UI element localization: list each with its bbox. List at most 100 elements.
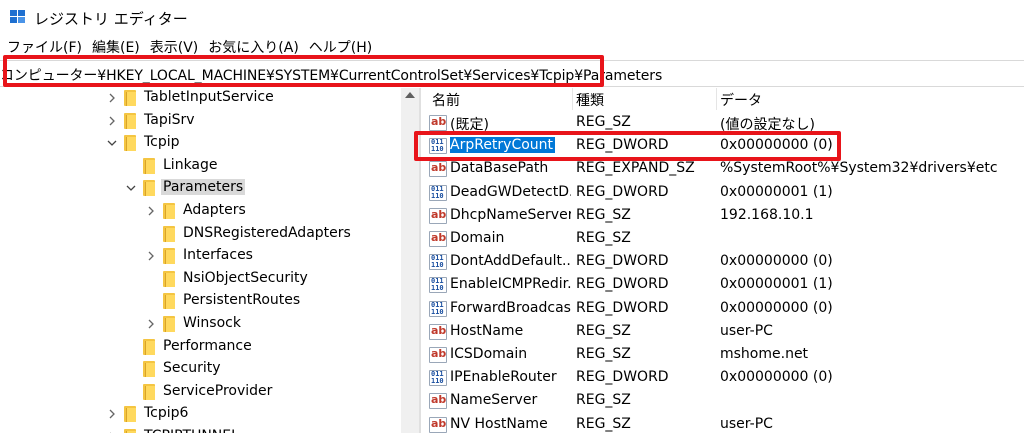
- value-type: REG_EXPAND_SZ: [576, 160, 695, 177]
- folder-icon: [143, 338, 155, 355]
- value-data: 192.168.10.1: [720, 206, 814, 223]
- value-row[interactable]: ab DataBasePath REG_EXPAND_SZ %SystemRoot%¥…: [421, 157, 1024, 180]
- column-separator[interactable]: [572, 88, 573, 110]
- tree-item-label: Tcpip: [144, 134, 180, 151]
- value-name-text: Domain: [450, 230, 505, 246]
- column-header-type[interactable]: 種類: [576, 90, 604, 110]
- menu-bar: ファイル(F) 編集(E) 表示(V) お気に入り(A) ヘルプ(H): [0, 36, 1024, 58]
- dword-value-icon: 011 110: [429, 254, 447, 271]
- value-row[interactable]: 011 110 ForwardBroadcas... REG_DWORD 0x00000…: [421, 297, 1024, 320]
- value-name-text: IPEnableRouter: [450, 369, 557, 386]
- value-row[interactable]: ab DhcpNameServer REG_SZ 192.168.10.1: [421, 204, 1024, 227]
- tree-item[interactable]: NsiObjectSecurity: [145, 268, 419, 290]
- tree-scrollbar[interactable]: [401, 88, 419, 433]
- value-row[interactable]: 011 110 DontAddDefault... REG_DWORD 0x000000…: [421, 250, 1024, 273]
- value-name-text: DataBasePath: [450, 160, 549, 177]
- tree-item[interactable]: TapiSrv: [106, 110, 419, 132]
- column-header-name[interactable]: 名前: [432, 90, 460, 110]
- chevron-right-icon[interactable]: [106, 92, 118, 104]
- value-name: NV HostName: [450, 416, 571, 432]
- value-name: NameServer: [450, 392, 571, 408]
- tree-item[interactable]: TabletInputService: [106, 88, 419, 109]
- value-row[interactable]: ab (既定) REG_SZ (値の設定なし): [421, 111, 1024, 134]
- tree-item[interactable]: Adapters: [145, 200, 419, 222]
- tree-item-label: Interfaces: [183, 247, 253, 264]
- value-row[interactable]: 011 110 ArpRetryCount REG_DWORD 0x00000000 (…: [421, 134, 1024, 157]
- scroll-up-arrow-icon[interactable]: [405, 92, 415, 98]
- menu-view[interactable]: 表示(V): [145, 37, 204, 57]
- tree-item-label: Parameters: [161, 179, 246, 196]
- column-header-data[interactable]: データ: [720, 90, 762, 110]
- tree-item[interactable]: Winsock: [145, 313, 419, 335]
- value-type: REG_DWORD: [576, 137, 669, 154]
- value-data: 0x00000000 (0): [720, 369, 833, 386]
- value-type: REG_SZ: [576, 415, 631, 432]
- value-row[interactable]: 011 110 EnableICMPRedir... REG_DWORD 0x00000…: [421, 273, 1024, 296]
- tree-item[interactable]: Interfaces: [145, 245, 419, 267]
- value-name: DeadGWDetectD...: [450, 184, 571, 200]
- value-type: REG_DWORD: [576, 299, 669, 316]
- value-row[interactable]: 011 110 IPEnableRouter REG_DWORD 0x00000000 …: [421, 366, 1024, 389]
- tree-item-label: Tcpip6: [144, 405, 189, 422]
- string-value-icon: ab: [429, 115, 447, 131]
- folder-icon: [163, 293, 175, 310]
- menu-help[interactable]: ヘルプ(H): [304, 37, 377, 57]
- tree-item[interactable]: Performance: [125, 336, 419, 358]
- chevron-right-icon[interactable]: [106, 115, 118, 127]
- string-value-icon: ab: [429, 347, 447, 363]
- value-name-text: DhcpNameServer: [450, 206, 571, 223]
- value-type: REG_SZ: [576, 230, 631, 246]
- value-row[interactable]: 011 110 DeadGWDetectD... REG_DWORD 0x0000000…: [421, 181, 1024, 204]
- value-data: 0x00000001 (1): [720, 276, 833, 293]
- menu-edit[interactable]: 編集(E): [87, 37, 145, 57]
- menu-favorites[interactable]: お気に入り(A): [203, 37, 304, 57]
- folder-icon: [124, 112, 136, 129]
- chevron-right-icon[interactable]: [145, 250, 157, 262]
- chevron-right-icon[interactable]: [145, 205, 157, 217]
- value-name-text: ForwardBroadcas...: [450, 299, 571, 316]
- value-row[interactable]: ab Domain REG_SZ: [421, 227, 1024, 250]
- tree-item[interactable]: TCPIPTUNNEL: [106, 426, 419, 433]
- value-row[interactable]: ab NameServer REG_SZ: [421, 389, 1024, 412]
- address-path[interactable]: コンピューター¥HKEY_LOCAL_MACHINE¥SYSTEM¥Curren…: [0, 65, 662, 85]
- tree-item[interactable]: ServiceProvider: [125, 381, 419, 403]
- tree-item[interactable]: Security: [125, 358, 419, 380]
- value-name: DataBasePath: [450, 160, 571, 176]
- tree-item-label: Performance: [163, 337, 252, 354]
- value-type: REG_SZ: [576, 322, 631, 339]
- chevron-down-icon[interactable]: [125, 182, 137, 194]
- tree-item[interactable]: Tcpip: [106, 132, 419, 154]
- value-row[interactable]: ab ICSDomain REG_SZ mshome.net: [421, 343, 1024, 366]
- tree-item[interactable]: DNSRegisteredAdapters: [145, 223, 419, 245]
- tree-item-label: Adapters: [183, 202, 246, 218]
- value-row[interactable]: ab HostName REG_SZ user-PC: [421, 320, 1024, 343]
- key-tree: TabletInputService TapiSrv Tcpip Linkage Par…: [0, 88, 419, 433]
- value-type: REG_DWORD: [576, 183, 669, 200]
- chevron-right-icon[interactable]: [145, 318, 157, 330]
- tree-item[interactable]: Tcpip6: [106, 403, 419, 425]
- chevron-right-icon[interactable]: [106, 408, 118, 420]
- value-name: IPEnableRouter: [450, 369, 571, 385]
- string-value-icon: ab: [429, 323, 447, 340]
- value-row[interactable]: ab NV HostName REG_SZ user-PC: [421, 413, 1024, 433]
- tree-item[interactable]: Parameters: [125, 177, 419, 199]
- value-type: REG_DWORD: [576, 253, 669, 270]
- column-separator[interactable]: [716, 88, 717, 110]
- folder-icon: [163, 203, 175, 219]
- string-value-icon: ab: [429, 161, 447, 178]
- tree-item[interactable]: PersistentRoutes: [145, 290, 419, 312]
- chevron-down-icon[interactable]: [106, 137, 118, 149]
- value-name-text: (既定): [450, 117, 489, 133]
- value-name-text: DontAddDefault...: [450, 253, 571, 270]
- address-bar[interactable]: コンピューター¥HKEY_LOCAL_MACHINE¥SYSTEM¥Curren…: [0, 60, 1024, 87]
- value-type: REG_SZ: [576, 206, 631, 223]
- value-data: user-PC: [720, 322, 773, 339]
- tree-item-label: TabletInputService: [144, 89, 274, 105]
- tree-item[interactable]: Linkage: [125, 155, 419, 177]
- value-name: ArpRetryCount: [450, 137, 571, 154]
- dword-value-icon: 011 110: [429, 300, 447, 317]
- dword-value-icon: 011 110: [429, 370, 447, 387]
- value-type: REG_SZ: [576, 346, 631, 362]
- menu-file[interactable]: ファイル(F): [0, 37, 87, 57]
- tree-item-label: Security: [163, 360, 221, 377]
